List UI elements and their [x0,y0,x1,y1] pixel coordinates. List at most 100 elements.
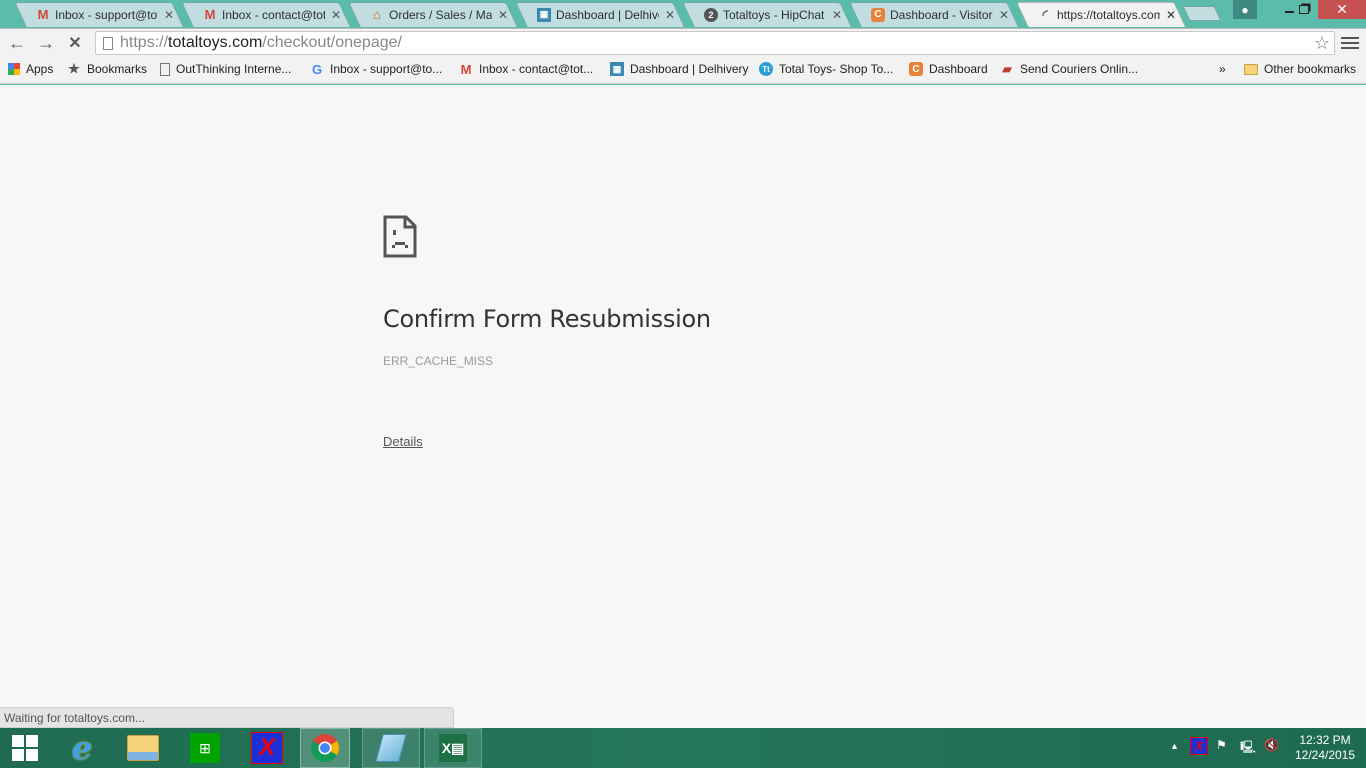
bookmarks-bar: Apps ★ Bookmarks OutThinking Interne... … [0,57,1366,84]
bookmark-star-icon[interactable]: ☆ [1314,33,1330,54]
restore-button[interactable] [1290,0,1317,19]
taskbar-internet-explorer[interactable]: e [57,728,107,768]
stop-loading-button[interactable]: ✕ [64,33,86,53]
close-tab-icon[interactable]: ✕ [1166,8,1176,22]
page-content: Confirm Form Resubmission ERR_CACHE_MISS… [0,85,1366,728]
gmail-icon: M [460,61,472,77]
tab-dashboard-delhivery[interactable]: ▦ Dashboard | Delhivery ✕ [515,2,685,27]
action-center-flag-icon[interactable]: ⚑ [1216,738,1227,752]
close-tab-icon[interactable]: ✕ [665,8,675,22]
tab-dashboard-visitor[interactable]: C Dashboard - Visitor lis ✕ [849,2,1019,27]
restore-icon [1298,5,1309,14]
show-hidden-icons-button[interactable]: ▲ [1170,741,1179,751]
bookmark-inbox-support[interactable]: G Inbox - support@to... [310,61,443,77]
clock-date: 12/24/2015 [1294,748,1356,762]
taskbar-file-explorer[interactable] [118,728,168,768]
other-bookmarks[interactable]: Other bookmarks [1244,62,1356,76]
tab-title: Dashboard | Delhivery [556,7,659,22]
chevron-double-right-icon: » [1219,62,1226,76]
sad-page-icon [383,215,417,258]
new-tab-button[interactable] [1182,6,1222,21]
page-icon [160,62,170,76]
chrome-menu-button[interactable] [1341,33,1359,53]
profile-button[interactable]: ● [1233,0,1257,19]
magento-icon: ⌂ [373,7,381,22]
star-icon: ★ [68,61,80,76]
bookmark-label: Send Couriers Onlin... [1020,62,1139,76]
taskbar-xampp[interactable]: X [242,728,292,768]
toolbar: ← → ✕ https://totaltoys.com/checkout/one… [0,28,1366,57]
tab-title: Orders / Sales / Mage [389,7,492,22]
tab-title: Inbox - contact@tota [222,7,325,22]
tab-strip: M Inbox - support@tota ✕ M Inbox - conta… [0,0,1366,28]
tab-title: https://totaltoys.com/ [1057,7,1160,22]
close-tab-icon[interactable]: ✕ [832,8,842,22]
gmail-icon: M [204,7,216,22]
url-scheme: https:// [120,34,169,51]
bookmark-label: OutThinking Interne... [176,62,292,76]
xampp-tray-icon[interactable]: X [1190,737,1208,755]
tab-hipchat[interactable]: 2 Totaltoys - HipChat ✕ [682,2,852,27]
arrow-right-icon: → [37,32,55,53]
clock-time: 12:32 PM [1299,733,1351,747]
close-tab-icon[interactable]: ✕ [331,8,341,22]
hipchat-icon: 2 [704,7,718,22]
bookmark-label: Dashboard | Delhivery [630,62,749,76]
dashboard-icon: C [909,62,923,76]
bookmark-totaltoys[interactable]: Tt Total Toys- Shop To... [759,62,893,76]
close-window-button[interactable]: ✕ [1318,0,1366,19]
google-icon: G [311,61,323,77]
close-icon: ✕ [1336,1,1348,17]
bookmark-label: Inbox - support@to... [330,62,443,76]
chrome-icon [311,734,339,762]
bookmark-apps[interactable]: Apps [8,62,53,76]
bookmark-outthinking[interactable]: OutThinking Interne... [160,62,291,76]
bookmark-label: Apps [26,62,54,76]
menu-bar [1341,42,1359,44]
close-tab-icon[interactable]: ✕ [498,8,508,22]
details-link[interactable]: Details [383,434,423,449]
address-bar[interactable]: https://totaltoys.com/checkout/onepage/ … [95,31,1335,55]
notepad-icon [375,734,407,762]
folder-icon [1244,63,1258,75]
tab-inbox-support[interactable]: M Inbox - support@tota ✕ [14,2,184,27]
menu-bar [1341,47,1359,49]
close-tab-icon[interactable]: ✕ [999,8,1009,22]
taskbar-store[interactable]: ⊞ [180,728,230,768]
tab-active-totaltoys[interactable]: ◜ https://totaltoys.com/ ✕ [1016,2,1186,27]
bookmark-inbox-contact[interactable]: M Inbox - contact@tot... [459,61,594,77]
loading-spinner-icon: ◜ [1042,6,1048,22]
taskbar-notepad[interactable] [362,728,420,768]
back-button[interactable]: ← [6,33,28,53]
gmail-icon: M [37,7,49,22]
forward-button[interactable]: → [35,33,57,53]
dashboard-icon: C [871,7,885,22]
store-icon: ⊞ [190,733,220,763]
error-page: Confirm Form Resubmission ERR_CACHE_MISS… [383,215,711,449]
url-path: /checkout/onepage/ [262,34,402,51]
taskbar-chrome[interactable] [300,728,350,768]
bookmark-bookmarks[interactable]: ★ Bookmarks [67,61,147,76]
network-icon[interactable]: 🖳 [1240,738,1256,759]
internet-explorer-icon: e [71,729,93,767]
url-host: totaltoys.com [168,34,263,51]
close-tab-icon[interactable]: ✕ [164,8,174,22]
tab-inbox-contact[interactable]: M Inbox - contact@tota ✕ [181,2,351,27]
taskbar-excel[interactable]: X▤ [424,728,482,768]
bookmark-delhivery[interactable]: ▦ Dashboard | Delhivery [610,62,749,76]
delhivery-icon: ▦ [537,7,551,22]
delhivery-icon: ▦ [610,62,624,76]
apps-grid-icon [8,63,20,75]
bookmark-send-couriers[interactable]: ▰ Send Couriers Onlin... [1000,62,1138,76]
tab-orders-magento[interactable]: ⌂ Orders / Sales / Mage ✕ [348,2,518,27]
bookmark-label: Dashboard [929,62,988,76]
bookmark-dashboard[interactable]: C Dashboard [909,62,988,76]
bookmarks-overflow-button[interactable]: » [1219,62,1226,76]
volume-muted-icon[interactable]: 🔇 [1264,738,1279,752]
tab-title: Totaltoys - HipChat [723,7,825,22]
start-button[interactable] [0,728,50,768]
folder-icon [127,735,159,761]
system-clock[interactable]: 12:32 PM 12/24/2015 [1290,733,1360,763]
excel-icon: X▤ [439,734,467,762]
person-icon: ● [1241,2,1249,17]
